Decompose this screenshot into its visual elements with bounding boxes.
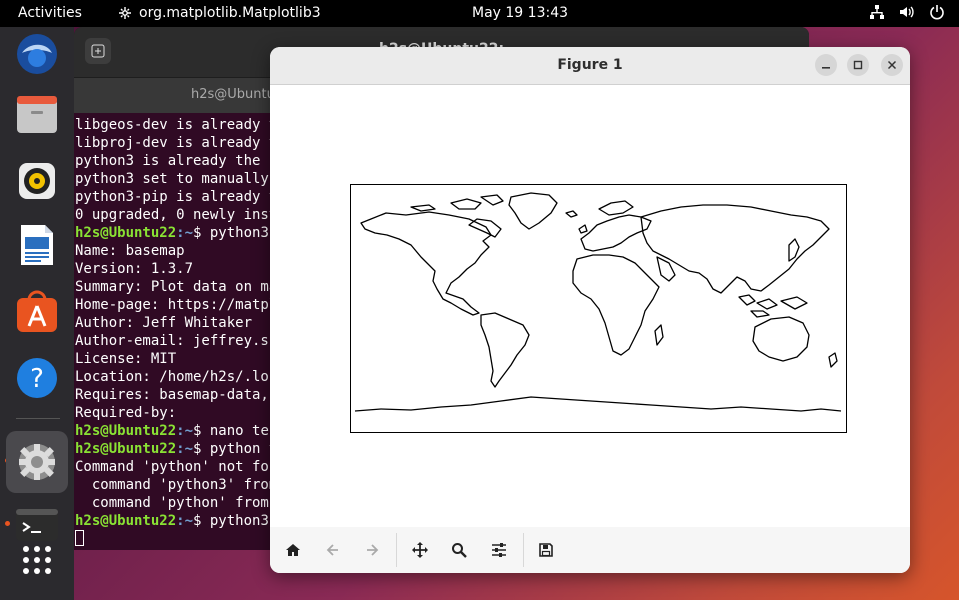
pan-button[interactable]: [407, 538, 433, 562]
world-coastlines: [354, 192, 842, 412]
app-name: org.matplotlib.Matplotlib3: [139, 5, 321, 21]
output-text: Version: 1.3.7: [75, 261, 194, 277]
running-indicator: [5, 521, 10, 526]
home-button[interactable]: [280, 538, 306, 562]
figure-titlebar: Figure 1: [270, 47, 910, 85]
dock: ?: [0, 27, 74, 600]
configure-subplots-icon: [492, 543, 506, 557]
back-icon: [326, 544, 338, 556]
prompt-user: h2s@Ubuntu22: [75, 423, 177, 439]
prompt-user: h2s@Ubuntu22: [75, 513, 177, 529]
back-button[interactable]: [320, 538, 346, 562]
svg-text:?: ?: [30, 364, 44, 394]
new-tab-button[interactable]: [85, 38, 111, 64]
forward-button[interactable]: [359, 538, 385, 562]
terminal-cursor: [75, 530, 84, 546]
pan-icon: [412, 542, 428, 558]
new-tab-icon: [91, 44, 105, 58]
network-icon[interactable]: [869, 4, 885, 20]
prompt-path: :~: [176, 513, 194, 529]
save-button[interactable]: [533, 538, 559, 562]
files-icon[interactable]: [13, 91, 61, 139]
figure-title: Figure 1: [557, 57, 623, 73]
writer-icon[interactable]: [13, 221, 61, 269]
minimize-icon: [822, 67, 830, 69]
output-text: Author: Jeff Whitaker: [75, 315, 253, 331]
prompt-user: h2s@Ubuntu22: [75, 441, 177, 457]
app-menu[interactable]: org.matplotlib.Matplotlib3: [117, 5, 321, 21]
toolbar-separator: [396, 533, 397, 567]
toolbar-separator: [523, 533, 524, 567]
top-bar: Activities org.matplotlib.Matplotlib3 Ma…: [0, 0, 959, 27]
maximize-icon: [853, 60, 863, 70]
zoom-button[interactable]: [446, 538, 472, 562]
app-menu-icon: [117, 5, 133, 21]
settings-icon[interactable]: [6, 431, 68, 493]
figure-canvas[interactable]: [270, 85, 910, 527]
figure-window[interactable]: Figure 1: [270, 47, 910, 573]
activities-button[interactable]: Activities: [18, 5, 82, 21]
volume-icon[interactable]: [899, 4, 915, 20]
output-text: License: MIT: [75, 351, 177, 367]
minimize-button[interactable]: [815, 54, 837, 76]
prompt-user: h2s@Ubuntu22: [75, 225, 177, 241]
save-icon: [539, 543, 553, 557]
help-icon[interactable]: ?: [13, 354, 61, 402]
close-icon: [887, 60, 897, 70]
maximize-button[interactable]: [847, 54, 869, 76]
close-button[interactable]: [881, 54, 903, 76]
software-center-icon[interactable]: [13, 288, 61, 336]
prompt-path: :~: [176, 441, 194, 457]
configure-subplots-button[interactable]: [486, 538, 512, 562]
home-icon: [286, 544, 300, 556]
output-text: Name: basemap: [75, 243, 185, 259]
forward-icon: [367, 544, 379, 556]
power-icon[interactable]: [929, 4, 945, 20]
app-grid-icon[interactable]: [13, 536, 61, 584]
dock-separator: [16, 418, 60, 419]
output-text: Required-by:: [75, 405, 177, 421]
system-tray[interactable]: [869, 4, 945, 20]
thunderbird-icon[interactable]: [13, 30, 61, 78]
navigation-toolbar: [270, 527, 910, 573]
prompt-path: :~: [176, 423, 194, 439]
rhythmbox-icon[interactable]: [13, 157, 61, 205]
clock[interactable]: May 19 13:43: [472, 5, 568, 21]
prompt-path: :~: [176, 225, 194, 241]
world-map-axes[interactable]: [350, 184, 847, 433]
zoom-icon: [452, 543, 467, 558]
